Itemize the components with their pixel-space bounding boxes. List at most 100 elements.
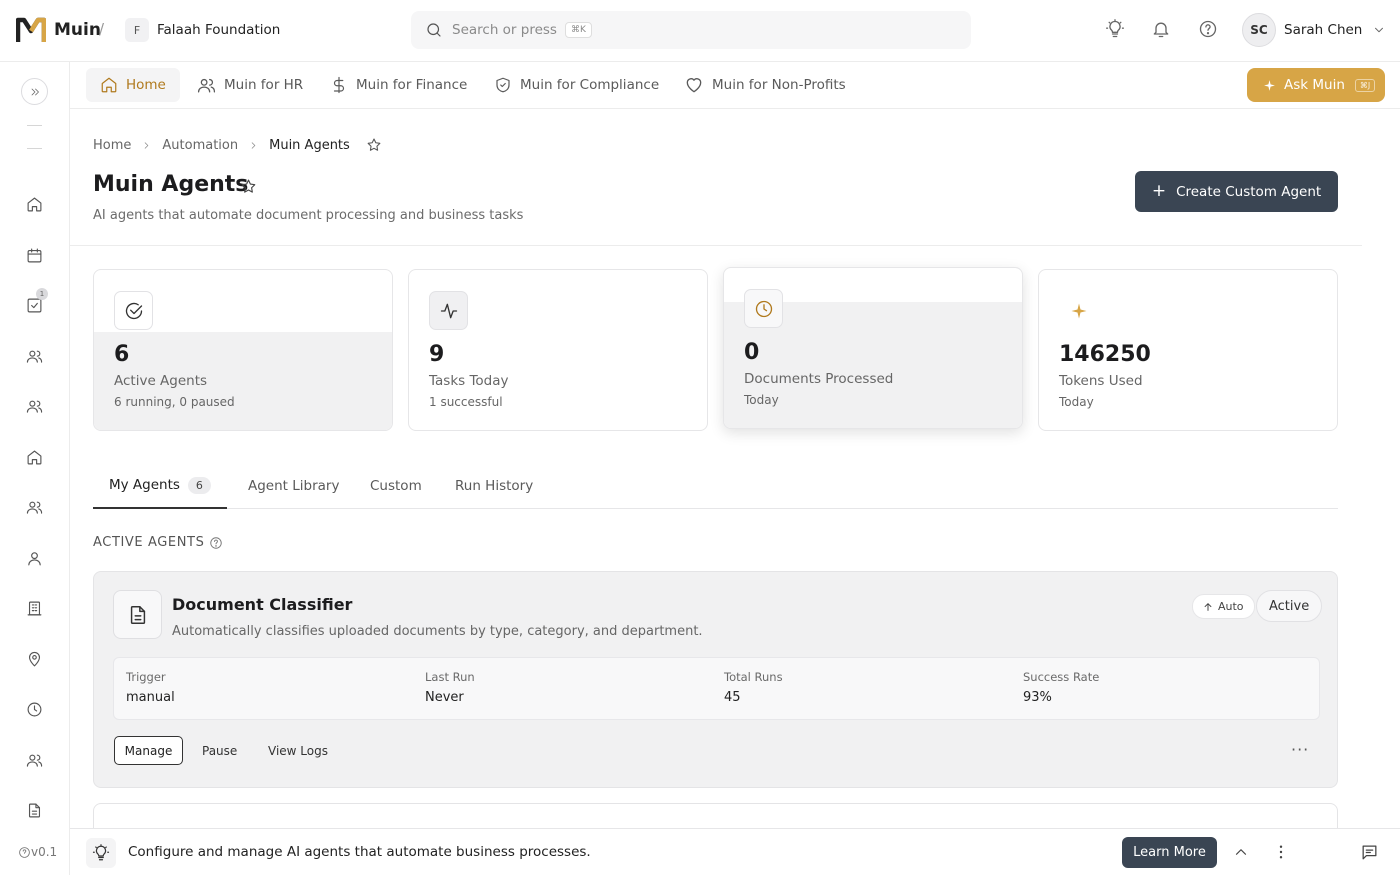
agent-stats: Trigger manual Last Run Never Total Runs… bbox=[113, 657, 1320, 720]
rail-team-icon[interactable] bbox=[26, 398, 43, 415]
agent-card[interactable]: Document Classifier Automatically classi… bbox=[93, 571, 1338, 788]
nav-nonprofits[interactable]: Muin for Non-Profits bbox=[684, 68, 846, 102]
brand[interactable]: Muin bbox=[16, 16, 101, 44]
search-bar[interactable]: Search or press ⌘K bbox=[411, 11, 971, 49]
breadcrumb-home[interactable]: Home bbox=[93, 138, 131, 153]
learn-more-button[interactable]: Learn More bbox=[1122, 837, 1217, 868]
user-menu[interactable]: SC Sarah Chen bbox=[1242, 13, 1386, 47]
tasks-badge: 1 bbox=[36, 288, 48, 300]
nav-home[interactable]: Home bbox=[86, 68, 180, 102]
stat-key: Last Run bbox=[425, 670, 475, 684]
pause-button[interactable]: Pause bbox=[202, 736, 237, 765]
tab-run-history[interactable]: Run History bbox=[455, 463, 533, 509]
user-name: Sarah Chen bbox=[1284, 22, 1363, 38]
stat-value: 0 bbox=[744, 340, 760, 365]
app-name: Muin bbox=[54, 20, 101, 40]
ask-muin-button[interactable]: Ask Muin ⌘J bbox=[1247, 68, 1385, 102]
rail-document-icon[interactable] bbox=[26, 802, 43, 819]
product-nav: Home Muin for HR Muin for Finance Muin f… bbox=[70, 62, 1400, 109]
card-icon-box bbox=[1059, 291, 1098, 330]
stat-last-run: Last Run Never bbox=[425, 670, 475, 705]
tab-custom[interactable]: Custom bbox=[370, 463, 422, 509]
sparkle-icon bbox=[1070, 302, 1088, 320]
create-custom-agent-label: Create Custom Agent bbox=[1176, 183, 1322, 200]
chat-icon[interactable] bbox=[1360, 843, 1379, 862]
help-icon[interactable] bbox=[1198, 19, 1218, 39]
agent-tabs: My Agents 6 Agent Library Custom Run His… bbox=[93, 463, 1338, 509]
nav-compliance[interactable]: Muin for Compliance bbox=[494, 68, 659, 102]
more-vertical-icon[interactable] bbox=[1272, 843, 1290, 861]
version-label: v0.1 bbox=[31, 845, 58, 859]
stat-card-tokens-used[interactable]: 146250 Tokens Used Today bbox=[1038, 269, 1338, 431]
info-icon[interactable] bbox=[209, 536, 223, 550]
create-custom-agent-button[interactable]: + Create Custom Agent bbox=[1135, 171, 1338, 212]
stat-card-active-agents[interactable]: 6 Active Agents 6 running, 0 paused bbox=[93, 269, 393, 431]
nav-hr[interactable]: Muin for HR bbox=[197, 68, 303, 102]
search-shortcut: ⌘K bbox=[564, 22, 592, 38]
agent-description: Automatically classifies uploaded docume… bbox=[172, 624, 703, 639]
rail-home-icon[interactable] bbox=[26, 196, 43, 213]
stat-val: manual bbox=[126, 690, 175, 705]
org-switcher[interactable]: F Falaah Foundation bbox=[125, 18, 280, 42]
tab-label: Agent Library bbox=[248, 478, 340, 494]
ask-muin-shortcut: ⌘J bbox=[1354, 78, 1376, 92]
favorite-star-icon[interactable] bbox=[240, 178, 257, 195]
rail-people-icon[interactable] bbox=[26, 752, 43, 769]
bell-icon[interactable] bbox=[1151, 19, 1171, 39]
chevron-right-icon bbox=[141, 140, 152, 151]
rail-user-icon[interactable] bbox=[26, 550, 43, 567]
lightbulb-icon[interactable] bbox=[1105, 19, 1125, 39]
stat-trigger: Trigger manual bbox=[126, 670, 175, 705]
arrow-up-icon bbox=[1203, 602, 1213, 612]
rail-building-home-icon[interactable] bbox=[26, 449, 43, 466]
activity-icon bbox=[439, 301, 459, 321]
help-message: Configure and manage AI agents that auto… bbox=[128, 844, 591, 860]
dollar-icon bbox=[330, 76, 348, 94]
mode-badge: Auto bbox=[1192, 594, 1255, 619]
tab-label: Custom bbox=[370, 478, 422, 494]
rail-clock-icon[interactable] bbox=[26, 701, 43, 718]
rail-calendar-icon[interactable] bbox=[26, 247, 43, 264]
expand-sidebar-button[interactable] bbox=[21, 78, 48, 105]
stat-label: Active Agents bbox=[114, 373, 208, 389]
tab-count-badge: 6 bbox=[187, 476, 211, 494]
stat-sub: 6 running, 0 paused bbox=[114, 395, 235, 409]
tab-label: Run History bbox=[455, 478, 534, 494]
rail-users-icon[interactable] bbox=[26, 348, 43, 365]
avatar: SC bbox=[1242, 13, 1276, 47]
help-circle-icon bbox=[18, 846, 31, 859]
rail-map-pin-icon[interactable] bbox=[26, 651, 43, 668]
rail-divider bbox=[27, 125, 42, 126]
rail-building-icon[interactable] bbox=[26, 600, 43, 617]
card-icon-box bbox=[429, 291, 468, 330]
heart-icon bbox=[684, 75, 704, 95]
stat-total-runs: Total Runs 45 bbox=[724, 670, 783, 705]
more-options-icon[interactable]: ··· bbox=[1291, 740, 1309, 759]
rail-group-icon[interactable] bbox=[26, 499, 43, 516]
stat-card-documents-processed[interactable]: 0 Documents Processed Today bbox=[723, 267, 1023, 429]
stat-key: Success Rate bbox=[1023, 670, 1100, 684]
chevron-up-icon[interactable] bbox=[1232, 843, 1250, 861]
stat-value: 9 bbox=[429, 342, 445, 367]
breadcrumb-automation[interactable]: Automation bbox=[162, 138, 238, 153]
stat-key: Trigger bbox=[126, 670, 166, 684]
star-icon[interactable] bbox=[366, 137, 382, 153]
version-info[interactable]: v0.1 bbox=[18, 845, 57, 859]
clock-icon bbox=[754, 299, 774, 319]
manage-button[interactable]: Manage bbox=[114, 736, 183, 765]
view-logs-button[interactable]: View Logs bbox=[268, 736, 328, 765]
tab-agent-library[interactable]: Agent Library bbox=[248, 463, 339, 509]
breadcrumb-slash: / bbox=[99, 20, 105, 38]
chevrons-right-icon bbox=[29, 86, 41, 98]
tab-my-agents[interactable]: My Agents 6 bbox=[93, 463, 227, 509]
tab-label: My Agents bbox=[109, 477, 180, 493]
plus-icon: + bbox=[1151, 181, 1167, 201]
stat-label: Tokens Used bbox=[1059, 373, 1143, 389]
stat-card-tasks-today[interactable]: 9 Tasks Today 1 successful bbox=[408, 269, 708, 431]
help-bar: Configure and manage AI agents that auto… bbox=[70, 828, 1400, 875]
stat-success-rate: Success Rate 93% bbox=[1023, 670, 1099, 705]
nav-finance[interactable]: Muin for Finance bbox=[330, 68, 467, 102]
muin-logo-icon bbox=[16, 16, 46, 44]
stat-sub: Today bbox=[744, 393, 779, 407]
top-bar: Muin / F Falaah Foundation Search or pre… bbox=[0, 0, 1400, 62]
